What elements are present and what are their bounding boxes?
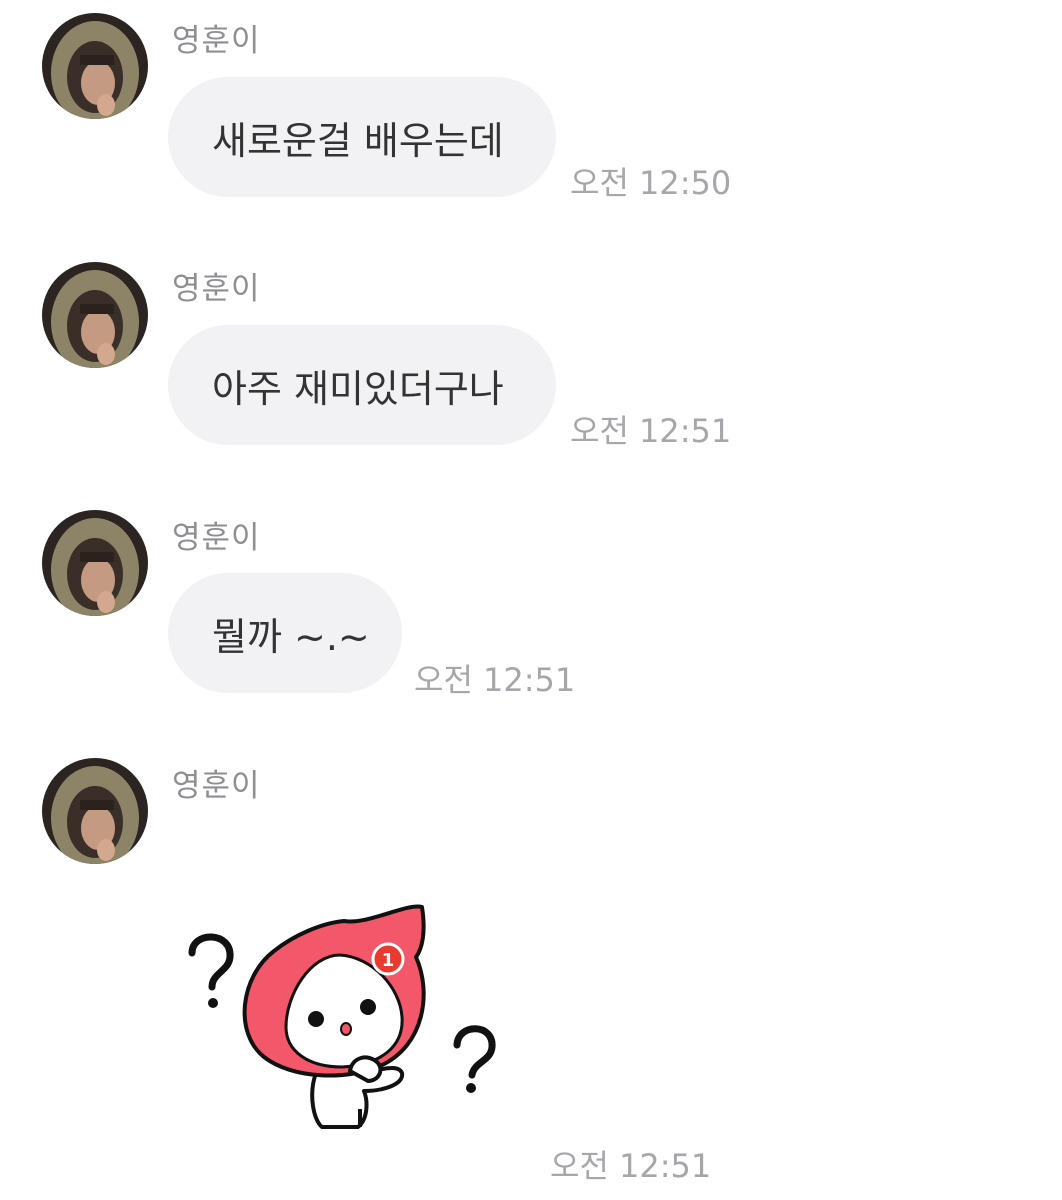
sender-name: 영훈이: [172, 271, 261, 307]
profile-photo-icon: [42, 510, 148, 616]
sender-name: 영훈이: [172, 23, 261, 59]
message-bubble[interactable]: 뭘까 ~.~: [168, 573, 402, 693]
message-time: 오전 12:51: [414, 661, 576, 699]
message-text: 새로운걸 배우는데: [212, 118, 504, 163]
message-text: 뭘까 ~.~: [212, 614, 370, 659]
message-text: 아주 재미있더구나: [212, 366, 504, 411]
message-time: 오전 12:51: [550, 1147, 712, 1185]
message-bubble[interactable]: 새로운걸 배우는데: [168, 77, 556, 197]
message-time: 오전 12:50: [570, 164, 732, 202]
sender-name: 영훈이: [172, 520, 261, 556]
sticker-badge-count: 1: [382, 950, 395, 971]
avatar[interactable]: [42, 510, 148, 616]
avatar[interactable]: [42, 758, 148, 864]
sender-name: 영훈이: [172, 768, 261, 804]
avatar[interactable]: [42, 262, 148, 368]
message-bubble[interactable]: 아주 재미있더구나: [168, 325, 556, 445]
message-time: 오전 12:51: [570, 412, 732, 450]
profile-photo-icon: [42, 13, 148, 119]
red-hooded-character-sticker-icon[interactable]: 1: [182, 895, 512, 1135]
avatar[interactable]: [42, 13, 148, 119]
profile-photo-icon: [42, 758, 148, 864]
profile-photo-icon: [42, 262, 148, 368]
